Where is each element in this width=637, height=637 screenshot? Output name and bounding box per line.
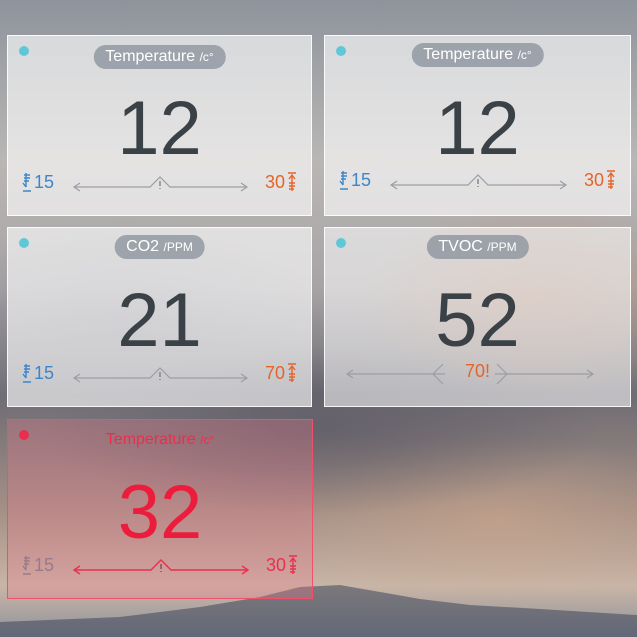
arrow-up-threshold-icon [607,170,615,189]
high-threshold: 30 [265,171,297,193]
high-threshold-value: 70 [264,363,285,383]
high-threshold-value: 30 [583,170,604,190]
card-unit: /PPM [163,240,193,254]
status-dot-icon [336,46,346,56]
card-unit: /c° [200,433,215,447]
status-dot-icon [19,238,29,248]
sensor-card-tvoc[interactable]: TVOC /PPM 52 70! [324,227,631,407]
arrow-down-threshold-icon [339,171,348,190]
high-threshold: 30 [584,169,616,191]
low-threshold-value: 15 [34,363,55,383]
sensor-card-temperature-1[interactable]: Temperature /c° 12 15 30 [7,35,312,216]
range-scale-icon [72,367,249,383]
sensor-card-co2[interactable]: CO2 /PPM 21 15 70 [7,227,312,407]
card-unit: /c° [199,50,214,64]
arrow-down-threshold-icon [22,173,31,192]
range-scale-icon [389,174,568,190]
arrow-down-threshold-icon [22,556,31,575]
card-title: CO2 [126,238,160,255]
card-unit: /PPM [487,240,517,254]
high-threshold-value: 30 [264,172,285,192]
range-scale-icon [72,559,250,575]
arrow-up-threshold-icon [289,555,297,574]
sensor-value: 12 [435,86,520,171]
arrow-down-threshold-icon [22,364,31,383]
card-title: Temperature [105,48,196,65]
sensor-value: 21 [117,278,202,363]
card-title: Temperature [105,431,196,448]
card-title-pill: Temperature /c° [411,43,544,67]
status-dot-icon [336,238,346,248]
low-threshold-value: 15 [34,555,55,575]
sensor-value: 52 [435,278,520,363]
high-threshold-value: 30 [265,555,286,575]
card-title-pill: Temperature /c° [93,45,226,69]
low-threshold: 15 [22,171,54,193]
arrow-up-threshold-icon [288,172,296,191]
card-title-pill: CO2 /PPM [114,235,205,259]
high-threshold: 30 [266,554,298,576]
card-title: TVOC [438,238,483,255]
status-dot-icon [19,430,29,440]
sensor-card-temperature-2[interactable]: Temperature /c° 12 15 30 [324,35,631,216]
low-threshold-value: 15 [34,172,55,192]
card-unit: /c° [517,48,532,62]
card-title-pill: TVOC /PPM [426,235,529,259]
low-threshold: 15 [339,169,371,191]
low-threshold: 15 [22,554,54,576]
threshold-value: 70! [464,361,491,381]
sensor-value: 12 [117,86,202,171]
range-scale-icon [72,176,249,192]
low-threshold: 15 [22,362,54,384]
low-threshold-value: 15 [351,170,372,190]
arrow-up-threshold-icon [288,363,296,382]
card-title-pill: Temperature /c° [94,428,226,452]
high-threshold: 70 [265,362,297,384]
status-dot-icon [19,46,29,56]
sensor-value: 32 [117,470,203,555]
card-title: Temperature [423,46,514,63]
sensor-card-temperature-alert[interactable]: Temperature /c° 32 15 30 [7,419,313,599]
